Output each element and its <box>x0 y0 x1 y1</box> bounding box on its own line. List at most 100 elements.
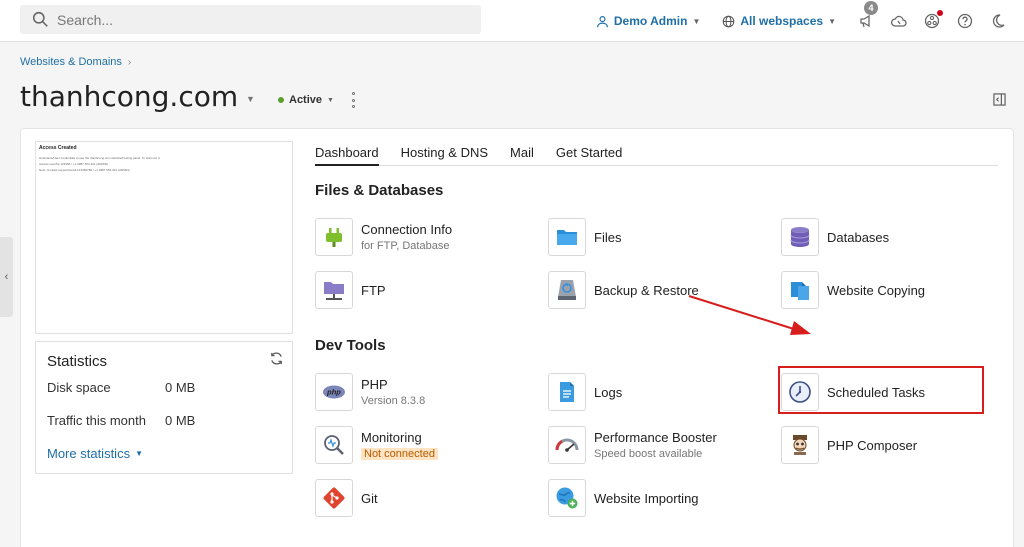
monitoring-icon <box>324 435 344 455</box>
tool-website-copying[interactable]: Website Copying <box>781 271 925 309</box>
tool-subtitle: for FTP, Database <box>361 240 450 252</box>
tool-name: PHP Composer <box>827 437 918 453</box>
tool-subtitle: Speed boost available <box>594 448 703 460</box>
section-title-files-databases: Files & Databases <box>315 182 444 199</box>
cloud-icon <box>891 15 907 27</box>
tool-connection-info[interactable]: Connection Info for FTP, Database <box>315 218 452 256</box>
tool-name: Logs <box>594 384 623 400</box>
notifications-count: 4 <box>864 1 878 15</box>
tab-dashboard[interactable]: Dashboard <box>315 142 379 166</box>
tool-website-importing[interactable]: Website Importing <box>548 479 699 517</box>
tool-subtitle: Version 8.3.8 <box>361 395 426 407</box>
domain-switch-chevron-icon[interactable]: ▼ <box>246 94 255 104</box>
svg-text:php: php <box>326 388 341 397</box>
tool-name: Website Copying <box>827 282 926 298</box>
breadcrumb: Websites & Domains › <box>20 56 131 68</box>
domain-tabs: Dashboard Hosting & DNS Mail Get Started <box>315 142 998 166</box>
tab-get-started[interactable]: Get Started <box>556 142 622 166</box>
top-bar: Demo Admin ▼ All webspaces ▼ 4 <box>0 0 1024 42</box>
globe-icon <box>723 15 735 27</box>
disk-space-value: 0 MB <box>165 380 196 395</box>
tool-name: Files <box>594 229 622 245</box>
tool-name: Website Importing <box>594 490 699 506</box>
copy-icon <box>791 282 809 300</box>
cloud-button[interactable] <box>891 13 907 29</box>
tab-hosting-dns[interactable]: Hosting & DNS <box>401 142 488 166</box>
breadcrumb-websites-domains[interactable]: Websites & Domains <box>20 56 122 68</box>
scheduled-tasks-highlight-box <box>778 366 984 414</box>
status-badge[interactable]: Active ▼ <box>278 94 334 106</box>
search-icon <box>32 11 48 27</box>
megaphone-icon <box>860 14 870 28</box>
tool-logs[interactable]: Logs <box>548 373 622 411</box>
traffic-value: 0 MB <box>165 413 196 428</box>
webspaces-menu[interactable]: All webspaces ▼ <box>722 14 836 28</box>
section-title-dev-tools: Dev Tools <box>315 337 386 354</box>
status-label: Active <box>289 94 323 106</box>
topbar-actions: Demo Admin ▼ All webspaces ▼ 4 <box>596 0 1024 42</box>
chevron-down-icon: ▼ <box>135 449 143 458</box>
php-icon: php <box>323 385 345 399</box>
tool-databases[interactable]: Databases <box>781 218 889 256</box>
more-actions-icon[interactable] <box>350 92 356 108</box>
chevron-down-icon: ▼ <box>828 16 836 26</box>
extensions-button[interactable] <box>924 10 943 29</box>
sidebar-expand-handle[interactable]: ‹ <box>0 237 13 317</box>
more-statistics-link[interactable]: More statistics ▼ <box>47 446 143 461</box>
webspaces-label: All webspaces <box>740 14 824 28</box>
backup-icon <box>558 280 576 300</box>
chevron-left-icon: ‹ <box>4 271 9 283</box>
tool-performance-booster[interactable]: Performance Booster Speed boost available <box>548 426 717 464</box>
preview-line: Note: Contact support/email 123456789 / … <box>39 168 130 172</box>
tool-name: FTP <box>361 282 386 298</box>
user-menu[interactable]: Demo Admin ▼ <box>596 14 700 28</box>
tool-ftp[interactable]: FTP <box>315 271 386 309</box>
tool-name: PHP <box>361 377 388 392</box>
refresh-icon[interactable] <box>269 351 284 366</box>
tool-name: Connection Info <box>361 222 453 237</box>
tool-name: Backup & Restore <box>594 282 699 298</box>
page-title: thanhcong.com <box>20 80 239 113</box>
tool-php[interactable]: php PHP Version 8.3.8 <box>315 373 425 411</box>
help-icon <box>957 13 973 29</box>
help-button[interactable] <box>957 13 973 29</box>
statistics-title: Statistics <box>47 353 108 370</box>
side-panel-toggle-icon[interactable] <box>993 93 1006 106</box>
globe-add-icon <box>556 487 578 509</box>
gauge-icon <box>555 438 579 452</box>
theme-toggle[interactable] <box>990 13 1006 29</box>
logs-icon <box>560 382 574 402</box>
database-icon <box>790 227 810 247</box>
ftp-icon <box>324 282 344 300</box>
chevron-right-icon: › <box>127 56 132 68</box>
tool-backup-restore[interactable]: Backup & Restore <box>548 271 699 309</box>
user-icon <box>596 15 608 27</box>
chevron-down-icon: ▼ <box>692 16 701 26</box>
statistics-panel: Statistics Disk space 0 MB Traffic this … <box>35 341 293 474</box>
tab-mail[interactable]: Mail <box>510 142 534 166</box>
moon-icon <box>992 14 1005 28</box>
folder-icon <box>557 230 577 245</box>
not-connected-badge: Not connected <box>361 448 438 460</box>
plug-icon <box>326 228 342 247</box>
tool-php-composer[interactable]: PHP Composer <box>781 426 917 464</box>
tool-monitoring[interactable]: Monitoring Not connected <box>315 426 438 464</box>
tool-name: Databases <box>827 229 890 245</box>
user-name: Demo Admin <box>613 14 688 28</box>
search-input[interactable] <box>57 11 457 28</box>
tool-name: Git <box>361 490 378 506</box>
preview-title: Access Created <box>39 145 77 151</box>
composer-icon <box>793 435 807 455</box>
alert-dot <box>937 10 943 16</box>
tool-files[interactable]: Files <box>548 218 621 256</box>
tool-name: Monitoring <box>361 430 422 445</box>
chevron-down-icon: ▼ <box>327 96 334 104</box>
status-dot <box>278 97 284 103</box>
traffic-label: Traffic this month <box>47 413 146 428</box>
website-preview[interactable]: Access Created Hostname/User credentials… <box>35 141 293 334</box>
tool-git[interactable]: Git <box>315 479 378 517</box>
notifications-button[interactable]: 4 <box>858 1 878 29</box>
git-icon <box>323 487 345 509</box>
more-statistics-label: More statistics <box>47 446 131 461</box>
search-box[interactable] <box>20 5 481 34</box>
